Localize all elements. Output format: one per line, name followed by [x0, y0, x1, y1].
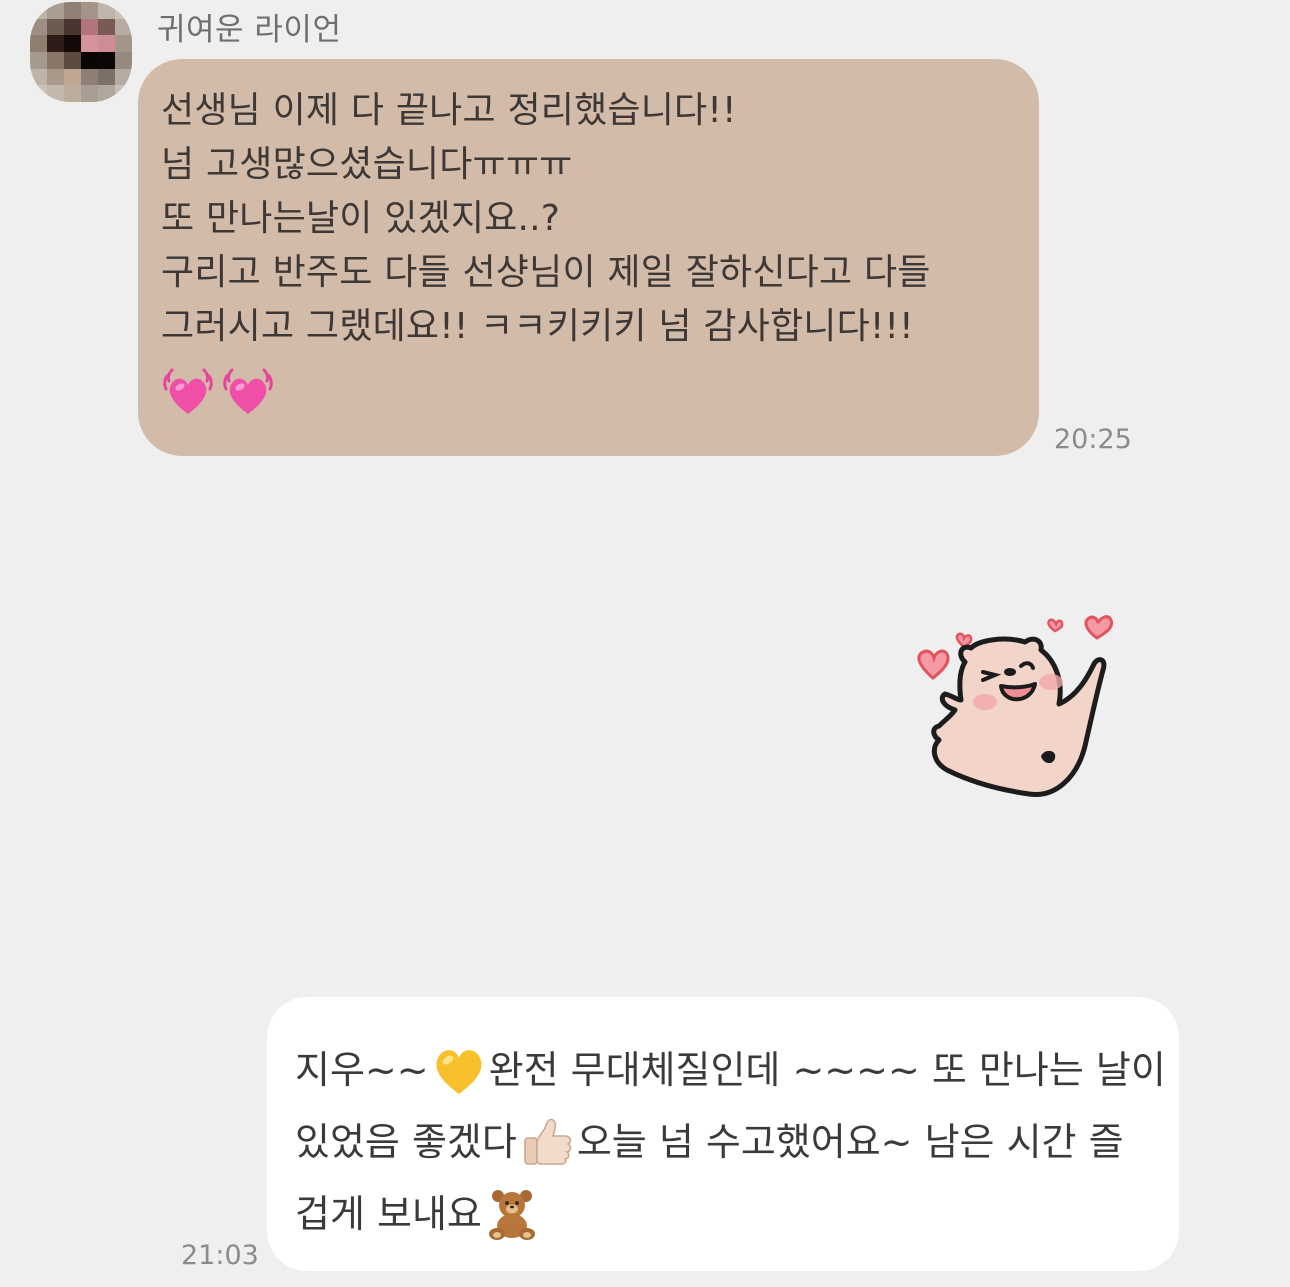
message-line: 선생님 이제 다 끝나고 정리했습니다!! — [161, 90, 737, 131]
message-timestamp: 20:25 — [1054, 424, 1132, 455]
sender-name: 귀여운 라이언 — [157, 12, 342, 48]
message-line: 구리고 반주도 다들 선샹님이 제일 잘하신다고 다들 — [161, 252, 931, 293]
beating-heart-emoji — [163, 368, 213, 414]
happy-bear-with-hearts-sticker[interactable] — [905, 600, 1120, 805]
outgoing-message-bubble[interactable]: 지우~~ 완전 무대체질인데 ~~~~ 또 만나는 날이 있었음 좋겠다 오늘 … — [267, 997, 1179, 1271]
teddy-bear-emoji — [488, 1190, 535, 1240]
message-line: 있었음 좋겠다 오늘 넘 수고했어요~ 남은 시간 즐 — [295, 1106, 1169, 1178]
message-line: 또 만나는날이 있겠지요..? — [161, 198, 561, 239]
message-text: 완전 무대체질인데 ~~~~ 또 만나는 날이 — [488, 1048, 1166, 1092]
yellow-heart-emoji — [436, 1050, 482, 1094]
message-line: 넘 고생많으셨습니다ㅠㅠㅠ — [161, 144, 573, 185]
avatar[interactable] — [30, 2, 132, 102]
incoming-message-bubble[interactable]: 선생님 이제 다 끝나고 정리했습니다!! 넘 고생많으셨습니다ㅠㅠㅠ 또 만나… — [138, 59, 1039, 456]
message-line: 지우~~ 완전 무대체질인데 ~~~~ 또 만나는 날이 — [295, 1034, 1169, 1106]
message-text: 겁게 보내요 — [295, 1192, 482, 1236]
message-text: 있었음 좋겠다 — [295, 1120, 517, 1164]
message-line: 겁게 보내요 — [295, 1178, 1169, 1250]
beating-heart-emoji — [223, 368, 273, 414]
thumbs-up-emoji — [524, 1118, 572, 1165]
message-text: 지우~~ — [295, 1048, 429, 1092]
message-timestamp: 21:03 — [181, 1240, 259, 1271]
message-text: 오늘 넘 수고했어요~ 남은 시간 즐 — [576, 1120, 1124, 1164]
emoji-row — [161, 362, 1019, 418]
message-line: 그러시고 그랬데요!! ㅋㅋ키키키 넘 감사합니다!!! — [161, 306, 914, 347]
